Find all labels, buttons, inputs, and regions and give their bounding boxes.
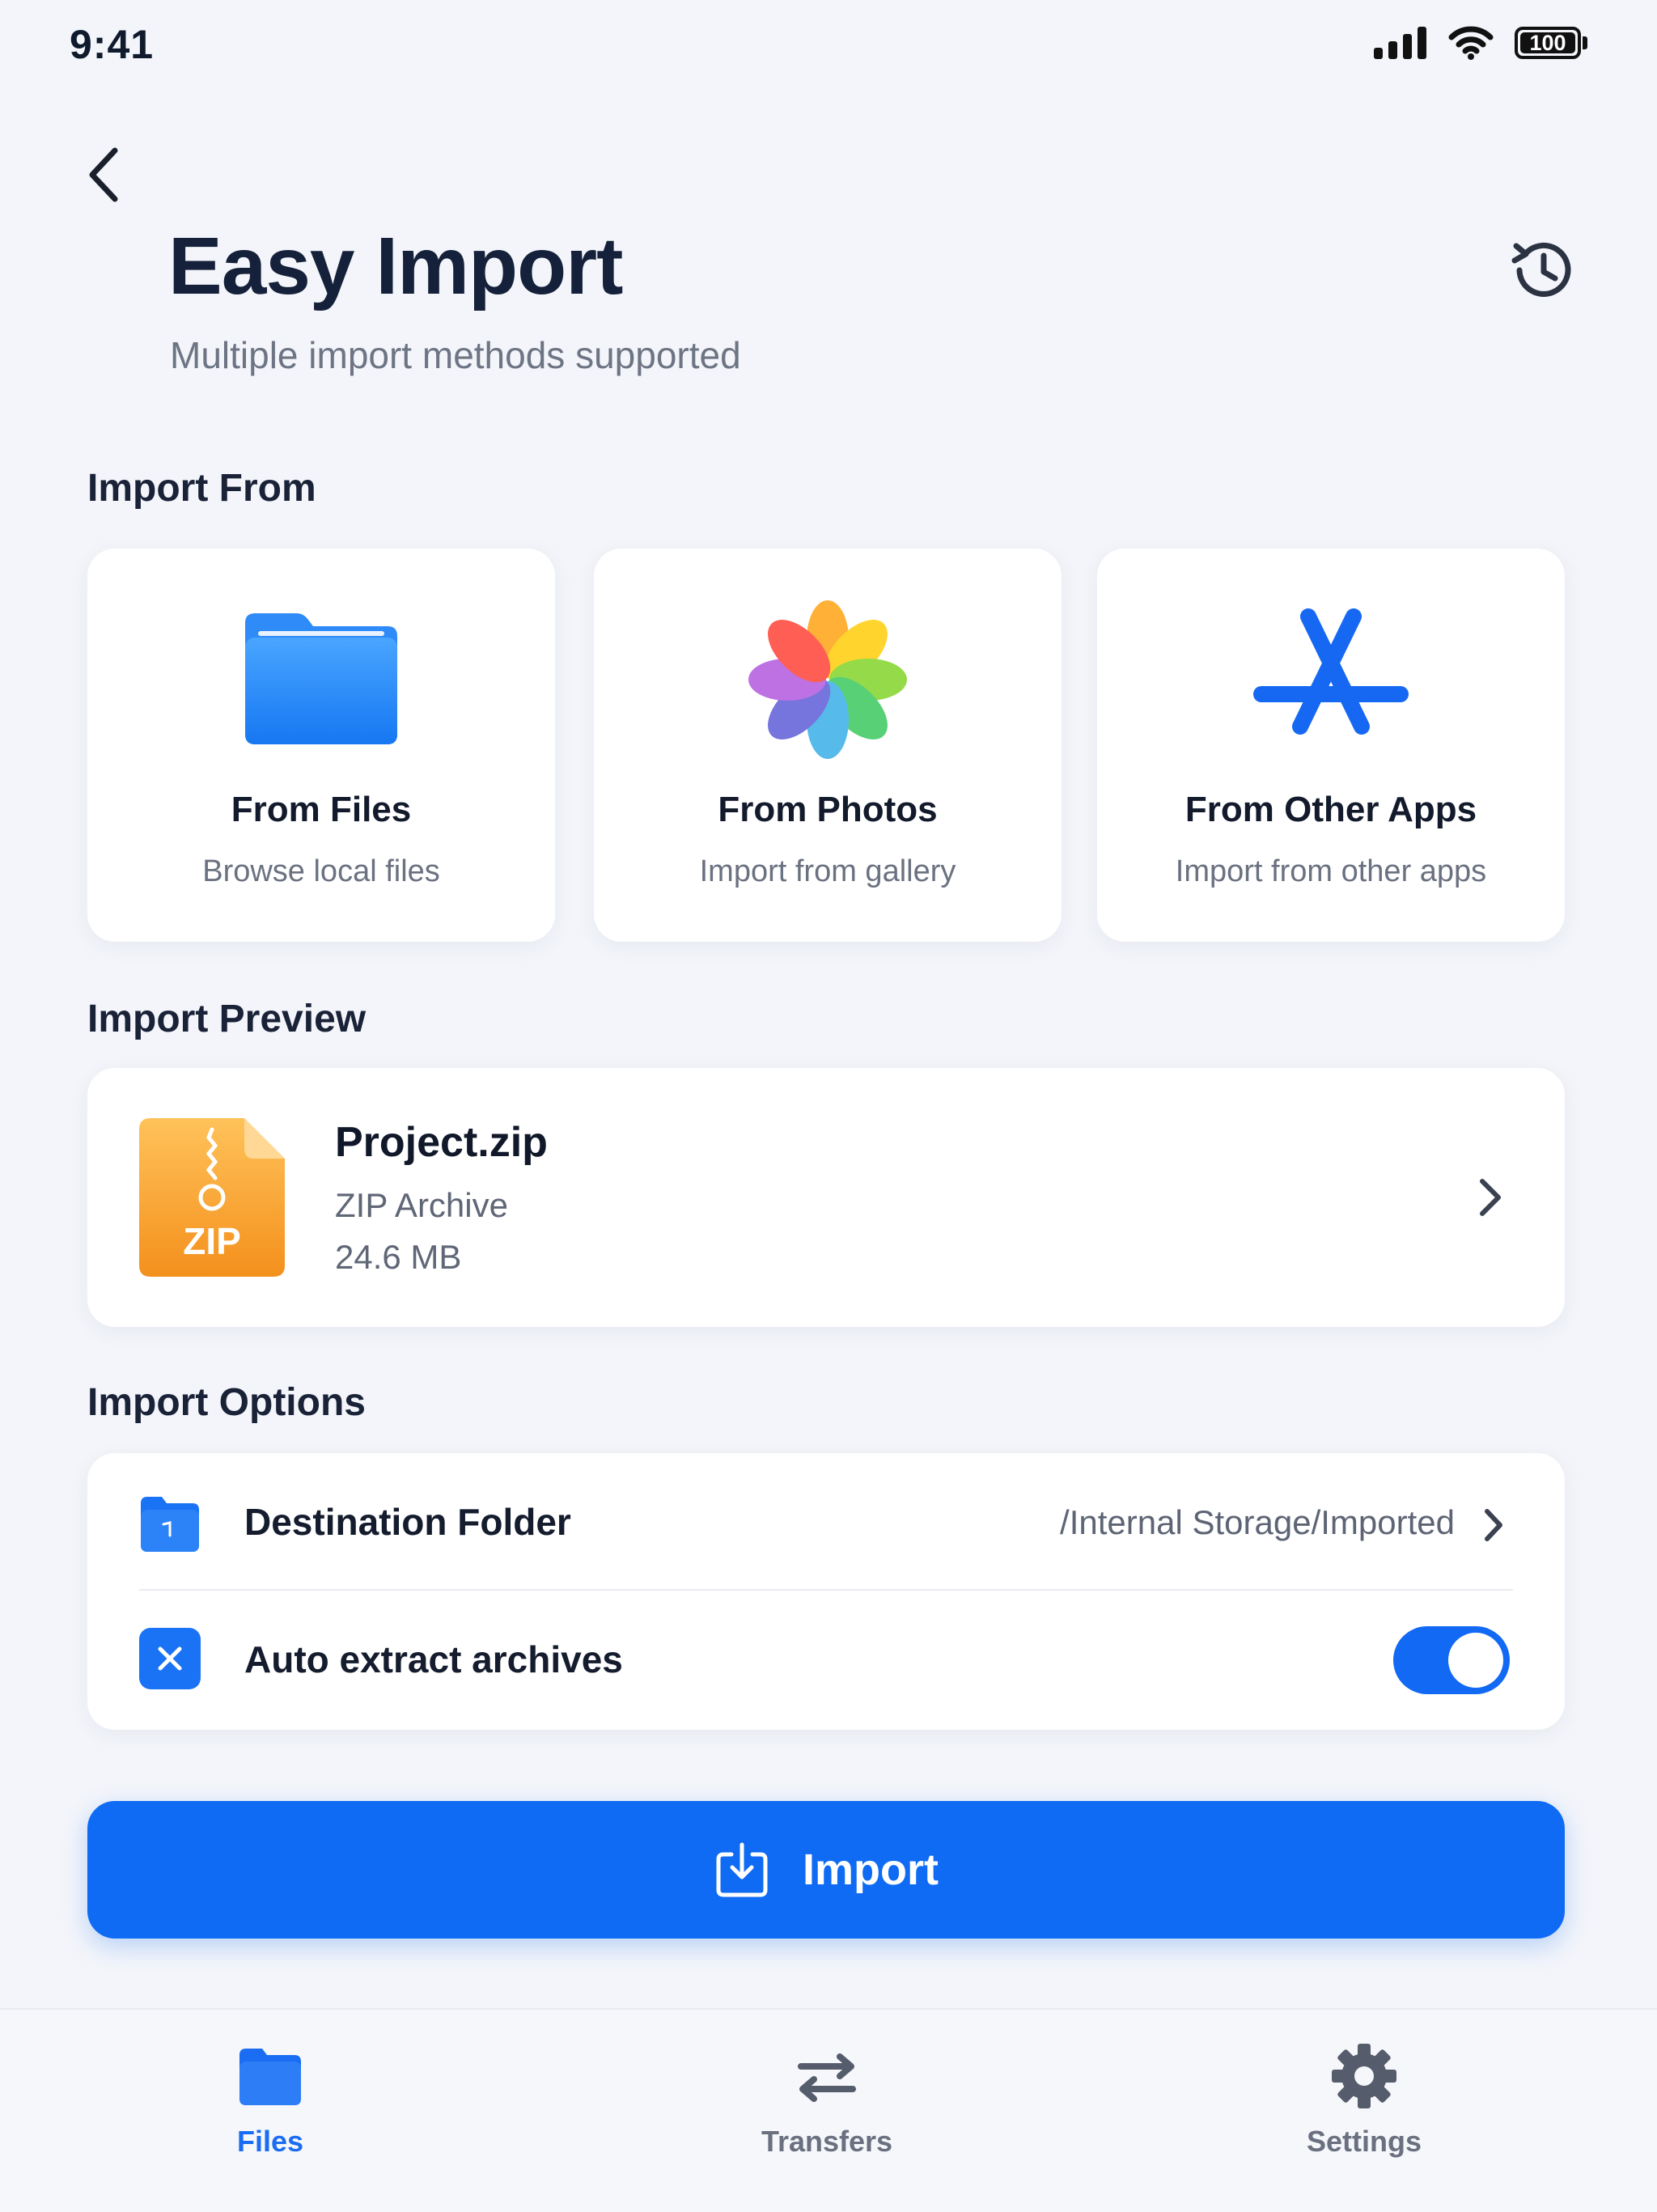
source-desc: Import from other apps xyxy=(1175,854,1487,888)
zip-file-icon: ZIP xyxy=(139,1118,285,1277)
tab-label: Transfers xyxy=(761,2125,893,2158)
page-subtitle: Multiple import methods supported xyxy=(170,334,741,376)
back-chevron-icon[interactable] xyxy=(79,142,128,207)
history-icon[interactable] xyxy=(1507,235,1578,306)
file-type: ZIP Archive xyxy=(335,1186,508,1224)
cellular-signal-icon xyxy=(1374,27,1426,59)
tab-transfers[interactable]: Transfers xyxy=(706,2042,948,2159)
folder-icon xyxy=(141,1497,199,1552)
file-size: 24.6 MB xyxy=(335,1238,462,1276)
battery-icon: 100 xyxy=(1515,27,1581,59)
destination-folder-value: /Internal Storage/Imported xyxy=(1060,1503,1455,1541)
import-options-card: Destination Folder /Internal Storage/Imp… xyxy=(87,1453,1565,1730)
import-preview-card[interactable]: ZIP Project.zip ZIP Archive 24.6 MB xyxy=(87,1068,1565,1327)
auto-extract-row: Auto extract archives xyxy=(87,1591,1565,1728)
tab-files[interactable]: Files xyxy=(149,2042,392,2159)
import-button-label: Import xyxy=(803,1845,939,1894)
import-button[interactable]: Import xyxy=(87,1801,1565,1939)
source-title: From Other Apps xyxy=(1184,790,1477,829)
source-card-other-apps[interactable]: From Other Apps Import from other apps xyxy=(1097,549,1565,942)
auto-extract-label: Auto extract archives xyxy=(244,1638,623,1680)
folder-icon xyxy=(239,2049,301,2105)
page-title: Easy Import xyxy=(168,221,623,311)
source-card-files[interactable]: From Files Browse local files xyxy=(87,549,555,942)
source-desc: Browse local files xyxy=(202,854,440,888)
tab-label: Settings xyxy=(1306,2125,1422,2158)
battery-level: 100 xyxy=(1529,30,1566,55)
destination-folder-label: Destination Folder xyxy=(244,1501,571,1543)
source-desc: Import from gallery xyxy=(699,854,956,888)
folder-icon xyxy=(245,613,397,744)
app-store-icon xyxy=(1253,608,1409,735)
tab-settings[interactable]: Settings xyxy=(1243,2042,1485,2159)
source-card-photos[interactable]: From Photos Import from gallery xyxy=(594,549,1062,942)
photos-icon xyxy=(748,600,907,759)
import-download-icon xyxy=(716,1842,768,1897)
section-import-preview: Import Preview xyxy=(87,998,367,1040)
chevron-right-icon xyxy=(1485,1509,1502,1541)
tab-bar: Files Transfers Settings xyxy=(0,2008,1657,2212)
wifi-icon xyxy=(1448,26,1494,60)
transfer-arrows-icon xyxy=(798,2053,856,2102)
section-import-options: Import Options xyxy=(87,1381,366,1424)
toggle-knob xyxy=(1448,1633,1503,1688)
zip-badge: ZIP xyxy=(183,1220,241,1262)
extract-icon xyxy=(139,1628,201,1689)
status-icons: 100 xyxy=(1374,26,1587,60)
gear-icon xyxy=(1332,2044,1396,2108)
source-title: From Files xyxy=(231,790,412,829)
section-import-from: Import From xyxy=(87,467,316,510)
tab-label: Files xyxy=(236,2125,304,2158)
file-name: Project.zip xyxy=(335,1119,548,1166)
destination-folder-row[interactable]: Destination Folder /Internal Storage/Imp… xyxy=(87,1453,1565,1591)
chevron-right-icon xyxy=(1480,1179,1501,1216)
source-title: From Photos xyxy=(718,790,938,829)
auto-extract-toggle[interactable] xyxy=(1393,1626,1510,1694)
status-time: 9:41 xyxy=(70,22,155,67)
